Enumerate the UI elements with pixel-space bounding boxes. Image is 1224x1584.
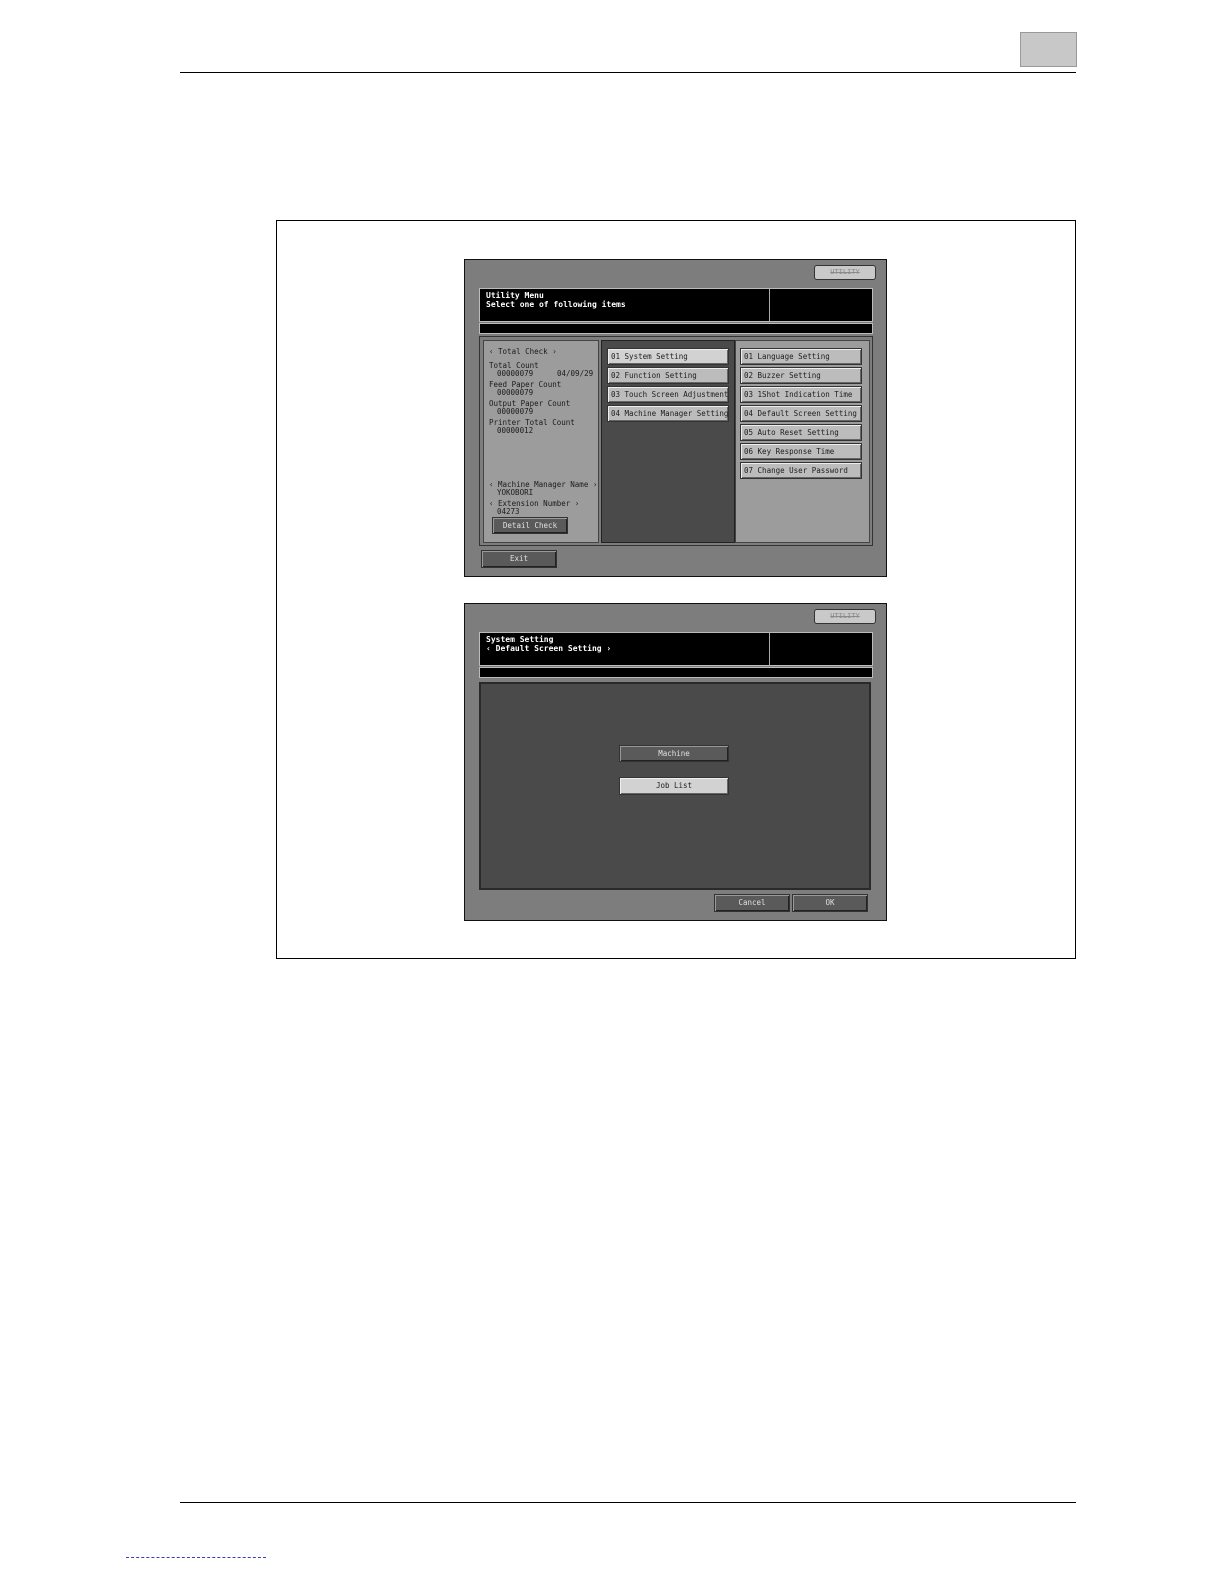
manager-name-value: YOKOBORI — [497, 488, 534, 497]
ok-button[interactable]: OK — [792, 894, 868, 912]
submenu-auto-reset-setting[interactable]: 05 Auto Reset Setting — [740, 424, 862, 441]
menu-item-machine-manager-setting[interactable]: 04 Machine Manager Setting — [607, 405, 729, 422]
submenu-key-response-time[interactable]: 06 Key Response Time — [740, 443, 862, 460]
screen-subtitle: ‹ Default Screen Setting › — [486, 644, 612, 653]
title-bar: System Setting ‹ Default Screen Setting … — [479, 632, 873, 666]
default-screen-setting-screen: UTILITY System Setting ‹ Default Screen … — [464, 603, 887, 921]
submenu-1shot-indication-time[interactable]: 03 1Shot Indication Time — [740, 386, 862, 403]
category-panel: 01 System Setting 02 Function Setting 03… — [601, 340, 735, 543]
submenu-change-user-password[interactable]: 07 Change User Password — [740, 462, 862, 479]
machine-option-button[interactable]: Machine — [619, 745, 729, 762]
menu-item-system-setting[interactable]: 01 System Setting — [607, 348, 729, 365]
submenu-panel: 01 Language Setting 02 Buzzer Setting 03… — [735, 340, 870, 543]
title-bar: Utility Menu Select one of following ite… — [479, 288, 873, 322]
title-divider — [769, 289, 770, 321]
menu-item-touch-screen-adjustment[interactable]: 03 Touch Screen Adjustment — [607, 386, 729, 403]
title-divider — [769, 633, 770, 665]
counter-panel: ‹ Total Check › Total Count 00000079 04/… — [483, 340, 599, 543]
message-bar — [479, 323, 873, 334]
utility-button[interactable]: UTILITY — [814, 609, 876, 624]
extension-value: 04273 — [497, 507, 520, 516]
submenu-default-screen-setting[interactable]: 04 Default Screen Setting — [740, 405, 862, 422]
output-paper-value: 00000079 — [497, 407, 534, 416]
total-check-heading: ‹ Total Check › — [489, 347, 557, 356]
setting-area: Machine Job List — [479, 682, 871, 890]
submenu-buzzer-setting[interactable]: 02 Buzzer Setting — [740, 367, 862, 384]
cancel-button[interactable]: Cancel — [714, 894, 790, 912]
count-date: 04/09/29 — [557, 369, 594, 378]
detail-check-button[interactable]: Detail Check — [492, 517, 568, 534]
screen-subtitle: Select one of following items — [486, 300, 626, 309]
menu-item-function-setting[interactable]: 02 Function Setting — [607, 367, 729, 384]
exit-button[interactable]: Exit — [481, 550, 557, 568]
footer-rule — [180, 1502, 1076, 1503]
job-list-option-button[interactable]: Job List — [619, 777, 729, 795]
footer-link-underline — [126, 1557, 266, 1559]
figure-frame: UTILITY Utility Menu Select one of follo… — [276, 220, 1076, 959]
utility-button[interactable]: UTILITY — [814, 265, 876, 280]
message-bar — [479, 667, 873, 678]
printer-total-value: 00000012 — [497, 426, 534, 435]
screen-title: System Setting — [486, 635, 554, 644]
feed-paper-value: 00000079 — [497, 388, 534, 397]
submenu-language-setting[interactable]: 01 Language Setting — [740, 348, 862, 365]
utility-menu-screen: UTILITY Utility Menu Select one of follo… — [464, 259, 887, 577]
chapter-tab — [1020, 32, 1077, 67]
total-count-value: 00000079 — [497, 369, 534, 378]
header-rule — [180, 72, 1076, 73]
screen-title: Utility Menu — [486, 291, 544, 300]
